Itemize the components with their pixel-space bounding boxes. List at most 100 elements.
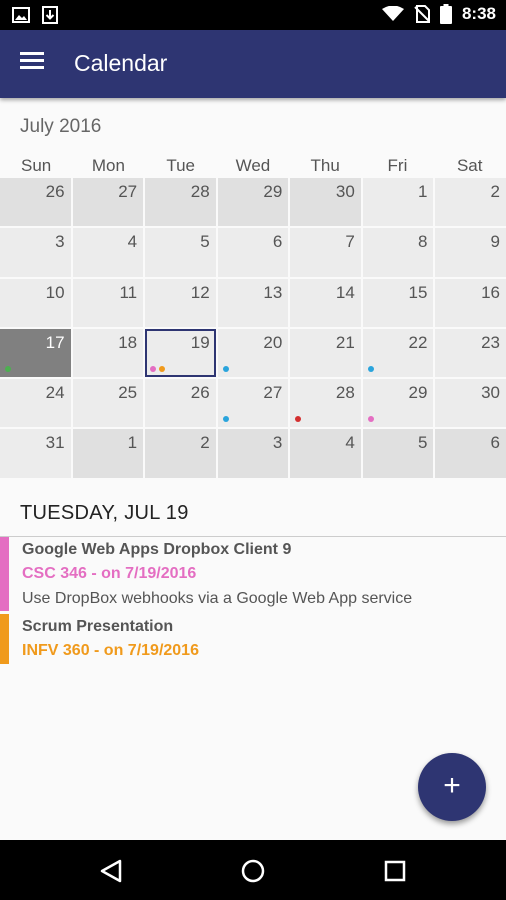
event-indicator-dot <box>222 366 229 373</box>
event-indicator-dot <box>295 416 302 423</box>
calendar-day-cell[interactable]: 4 <box>72 228 144 277</box>
day-number: 25 <box>118 383 138 403</box>
weekday-label: Wed <box>235 156 271 175</box>
event-indicator-dot <box>367 416 374 423</box>
calendar-day-cell[interactable]: 20 <box>217 328 289 378</box>
recents-icon[interactable] <box>380 856 410 886</box>
day-number: 10 <box>45 282 65 302</box>
image-icon <box>12 7 30 23</box>
calendar-day-cell[interactable]: 2 <box>145 429 216 478</box>
day-number: 31 <box>45 433 65 453</box>
status-time: 8:38 <box>461 4 496 23</box>
calendar-day-cell[interactable]: 22 <box>362 328 434 378</box>
calendar-day-cell[interactable]: 11 <box>72 278 144 327</box>
day-number: 30 <box>481 383 500 403</box>
day-number: 13 <box>263 282 283 302</box>
calendar-day-cell[interactable]: 19 <box>145 328 216 378</box>
day-number: 23 <box>481 332 500 352</box>
weekday-label: Sun <box>21 156 52 175</box>
event-indicator-dot <box>150 366 157 373</box>
calendar-day-cell[interactable]: 16 <box>435 278 506 327</box>
calendar-day-cell[interactable]: 29 <box>362 379 434 428</box>
calendar-day-cell[interactable]: 2 <box>435 178 506 227</box>
day-number: 26 <box>190 383 210 403</box>
day-number: 2 <box>490 182 500 201</box>
day-number: 22 <box>408 332 428 352</box>
day-number: 12 <box>190 282 210 302</box>
add-event-button[interactable]: + <box>418 753 486 821</box>
calendar-day-cell[interactable]: 1 <box>72 429 144 478</box>
day-number: 1 <box>127 433 138 453</box>
event-indicator-dot <box>367 366 374 373</box>
event-indicator-dot <box>5 366 11 373</box>
day-number: 11 <box>119 282 138 302</box>
calendar-day-cell[interactable]: 25 <box>72 379 144 428</box>
status-bar: 8:38 <box>0 0 506 30</box>
navigation-bar <box>0 840 506 900</box>
calendar-day-cell[interactable]: 14 <box>290 278 361 327</box>
day-number: 21 <box>335 332 355 352</box>
event-item[interactable]: Scrum Presentation INFV 360 - on 7/19/20… <box>0 614 506 664</box>
weekday-label: Fri <box>387 156 408 175</box>
calendar-day-cell[interactable]: 23 <box>435 328 506 378</box>
back-icon[interactable] <box>96 856 126 886</box>
day-number: 20 <box>263 332 283 352</box>
calendar-day-cell[interactable]: 21 <box>290 328 361 378</box>
calendar-day-cell[interactable]: 5 <box>145 228 216 277</box>
day-number: 3 <box>272 433 283 453</box>
event-course: INFV 360 - on 7/19/2016 <box>22 642 199 659</box>
calendar-day-cell[interactable]: 17 <box>0 328 71 378</box>
weekday-label: Tue <box>166 156 195 175</box>
event-item[interactable]: Google Web Apps Dropbox Client 9 CSC 346… <box>0 537 506 611</box>
hamburger-menu-icon[interactable] <box>20 52 48 76</box>
calendar-day-cell[interactable]: 26 <box>145 379 216 428</box>
day-number: 15 <box>408 282 428 302</box>
calendar-day-cell[interactable]: 10 <box>0 278 71 327</box>
calendar-day-cell[interactable]: 13 <box>217 278 289 327</box>
weekday-label: Sat <box>456 156 483 175</box>
day-number: 26 <box>45 182 65 201</box>
calendar-day-cell[interactable]: 5 <box>362 429 434 478</box>
calendar-day-cell[interactable]: 1 <box>362 178 434 227</box>
month-label[interactable]: July 2016 <box>20 116 101 138</box>
calendar-day-cell[interactable]: 30 <box>290 178 361 227</box>
calendar-day-cell[interactable]: 6 <box>435 429 506 478</box>
calendar-day-cell[interactable]: 24 <box>0 379 71 428</box>
calendar-day-cell[interactable]: 8 <box>362 228 434 277</box>
calendar-day-cell[interactable]: 28 <box>145 178 216 227</box>
calendar-day-cell[interactable]: 15 <box>362 278 434 327</box>
calendar-day-cell[interactable]: 31 <box>0 429 71 478</box>
app-title: Calendar <box>74 50 168 76</box>
calendar-day-cell[interactable]: 27 <box>72 178 144 227</box>
calendar-day-cell[interactable]: 6 <box>217 228 289 277</box>
day-number: 6 <box>490 433 500 453</box>
event-description: Use DropBox webhooks via a Google Web Ap… <box>22 590 413 607</box>
day-number: 29 <box>263 182 283 201</box>
calendar-day-cell[interactable]: 7 <box>290 228 361 277</box>
weekday-header-row: Sun Mon Tue Wed Thu Fri Sat <box>0 155 506 177</box>
day-number: 16 <box>481 282 500 302</box>
day-number: 1 <box>417 182 428 201</box>
calendar-day-cell[interactable]: 12 <box>145 278 216 327</box>
calendar-day-cell[interactable]: 28 <box>290 379 361 428</box>
day-number: 9 <box>490 232 500 252</box>
calendar-day-cell[interactable]: 4 <box>290 429 361 478</box>
event-course: CSC 346 - on 7/19/2016 <box>22 565 197 582</box>
calendar-day-cell[interactable]: 30 <box>435 379 506 428</box>
calendar-day-cell[interactable]: 27 <box>217 379 289 428</box>
calendar-day-cell[interactable]: 29 <box>217 178 289 227</box>
calendar-day-cell[interactable]: 3 <box>0 228 71 277</box>
calendar-day-cell[interactable]: 3 <box>217 429 289 478</box>
calendar-grid: 26 27 28 29 30 1 2 3 4 5 6 7 8 9 10 11 12 13 14 15 16 17 18 19 2… <box>0 178 506 478</box>
event-color-bar <box>0 614 9 664</box>
no-sim-icon <box>414 5 430 23</box>
download-icon <box>42 6 58 24</box>
day-number: 28 <box>190 182 210 201</box>
add-icon: + <box>443 769 461 802</box>
calendar-day-cell[interactable]: 9 <box>435 228 506 277</box>
calendar-day-cell[interactable]: 18 <box>72 328 144 378</box>
calendar-day-cell[interactable]: 26 <box>0 178 71 227</box>
day-number: 7 <box>345 232 355 252</box>
day-number: 29 <box>408 383 428 403</box>
home-icon[interactable] <box>238 856 268 886</box>
